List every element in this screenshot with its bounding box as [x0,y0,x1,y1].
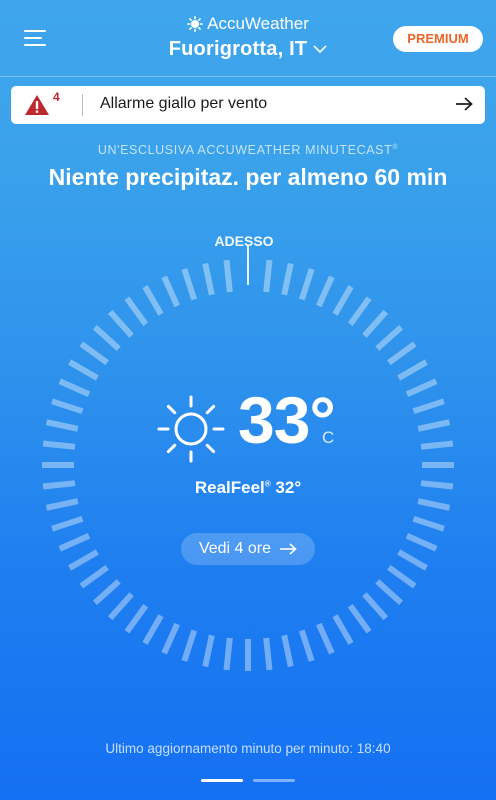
minute-tick [181,268,198,301]
minute-tick [332,285,354,316]
alert-banner[interactable]: 4 Allarme giallo per vento [11,86,485,124]
current-conditions: 33° C [150,383,360,468]
minute-tick [58,378,91,397]
minute-tick [387,341,417,366]
minute-tick [412,515,445,532]
minute-tick [417,498,451,511]
minute-tick [51,398,84,415]
minute-tick [347,296,372,326]
premium-button[interactable]: PREMIUM [393,26,483,52]
minute-tick [412,398,445,415]
minute-tick [92,579,121,606]
accuweather-logo-icon [187,16,204,32]
page-dot-active[interactable] [201,779,243,782]
minute-tick [161,275,180,308]
minute-tick [79,564,109,589]
minute-tick [142,285,164,316]
minute-tick [68,549,99,571]
last-updated: Ultimo aggiornamento minuto per minuto: … [105,741,391,756]
minute-tick [263,259,273,293]
minute-tick [362,309,389,338]
minute-tick [79,341,109,366]
minute-tick [316,275,335,308]
minutecast-label: UN'ESCLUSIVA ACCUWEATHER MINUTECAST® [97,143,399,157]
minute-tick [161,622,180,655]
realfeel-label: RealFeel [194,478,265,497]
page-dot[interactable] [253,779,295,782]
minute-tick [223,637,233,671]
minute-tick [202,262,215,296]
minute-tick [420,440,454,450]
minute-tick [124,296,149,326]
alert-count: 4 [53,90,60,104]
minute-tick [397,359,428,381]
alert-separator [82,94,83,116]
minute-tick [417,419,451,432]
minutecast-dial [42,245,454,671]
minute-tick [202,634,215,668]
realfeel-value: 32° [275,478,302,497]
minute-tick [142,614,164,645]
sun-icon [157,395,225,463]
minute-tick [124,604,149,634]
realfeel: RealFeel® 32° [194,478,302,497]
temperature: 33° [238,383,336,457]
temperature-unit: C [322,428,335,447]
chevron-down-icon [313,45,327,54]
minute-tick [298,629,315,662]
minute-tick [107,309,134,338]
minute-tick [92,324,121,351]
minute-tick [263,637,273,671]
minute-tick [58,533,91,552]
hourly-forecast-button[interactable]: Vedi 4 ore [181,533,315,565]
brand-name: AccuWeather [207,14,309,33]
top-bar: AccuWeather Fuorigrotta, IT PREMIUM [0,0,496,76]
warning-icon [25,95,49,115]
minute-tick [347,604,372,634]
minute-tick [223,259,233,293]
minute-tick [281,634,294,668]
alert-text: Allarme giallo per vento [100,95,268,112]
minute-tick [316,622,335,655]
hourly-forecast-label: Vedi 4 ore [198,540,272,557]
minute-tick [107,592,134,621]
arrow-right-icon [456,97,473,111]
minute-tick [362,592,389,621]
minute-tick [387,564,417,589]
minute-tick [298,268,315,301]
minute-tick [375,324,404,351]
minute-tick [45,419,79,432]
minute-tick [181,629,198,662]
minute-tick [42,440,76,450]
minute-tick [405,378,438,397]
minutecast-headline: Niente precipitaz. per almeno 60 min [48,164,448,190]
header-divider [0,76,496,77]
location-name: Fuorigrotta, IT [168,38,308,60]
minute-tick [332,614,354,645]
minute-tick [51,515,84,532]
page-indicator [201,779,295,783]
minute-tick [397,549,428,571]
minute-tick [45,498,79,511]
arrow-right-icon [280,543,297,555]
minute-tick [68,359,99,381]
minute-tick [281,262,294,296]
minute-tick [405,533,438,552]
minute-tick [375,579,404,606]
